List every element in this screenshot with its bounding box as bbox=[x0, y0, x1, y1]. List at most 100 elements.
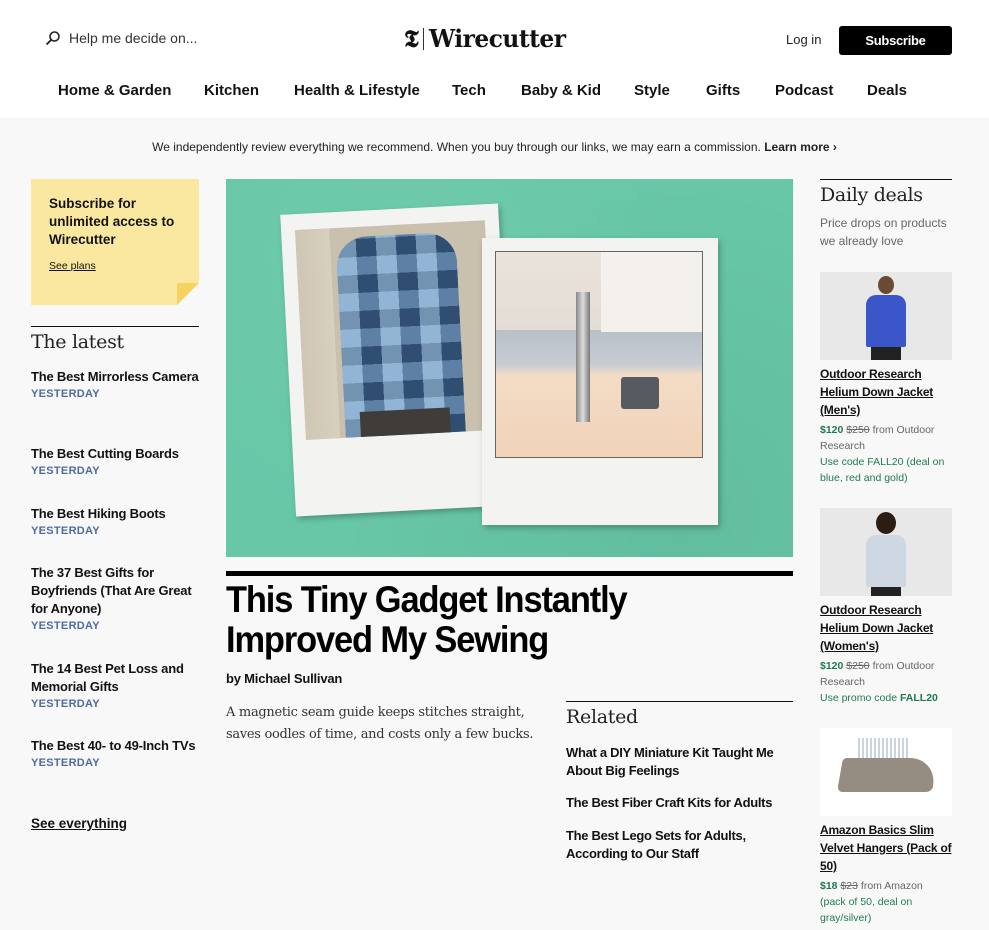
polaroid-photo-sewing-machine bbox=[482, 238, 718, 525]
deal-name-link[interactable]: Outdoor Research Helium Down Jacket (Men… bbox=[820, 365, 952, 419]
logo-wordmark: Wirecutter bbox=[428, 24, 566, 53]
deal-note: (pack of 50, deal on gray/silver) bbox=[820, 894, 952, 926]
latest-title: The latest bbox=[31, 331, 124, 353]
latest-item[interactable]: The Best 40- to 49-Inch TVs YESTERDAY bbox=[31, 737, 199, 769]
model-legs bbox=[871, 587, 901, 596]
deal-note-text: Use code FALL20 (deal on blue, red and g… bbox=[820, 456, 945, 484]
deal-card: Outdoor Research Helium Down Jacket (Men… bbox=[820, 272, 952, 486]
velvet-hangers bbox=[837, 758, 938, 792]
subscribe-button[interactable]: Subscribe bbox=[839, 26, 952, 55]
related-link[interactable]: What a DIY Miniature Kit Taught Me About… bbox=[566, 744, 793, 780]
site-header: Help me decide on... 𝕿 Wirecutter Log in… bbox=[0, 0, 989, 118]
latest-item-date: YESTERDAY bbox=[31, 525, 100, 537]
deal-name-link[interactable]: Outdoor Research Helium Down Jacket (Wom… bbox=[820, 601, 952, 655]
deal-price: $120 $250 from Outdoor Research bbox=[820, 422, 952, 454]
deal-price-now: $18 bbox=[820, 880, 838, 892]
logo-divider bbox=[422, 27, 424, 50]
deals-title: Daily deals bbox=[820, 184, 923, 206]
deal-price-was: $250 bbox=[846, 660, 870, 672]
latest-item-title[interactable]: The Best Cutting Boards bbox=[31, 445, 199, 463]
deal-price-was: $23 bbox=[840, 880, 858, 892]
latest-item-title[interactable]: The Best Hiking Boots bbox=[31, 505, 199, 523]
deal-note: Use promo code FALL20 bbox=[820, 690, 952, 706]
latest-item[interactable]: The 14 Best Pet Loss and Memorial Gifts … bbox=[31, 660, 199, 710]
deal-image-hangers[interactable] bbox=[820, 728, 952, 816]
deal-promo-code: FALL20 bbox=[899, 692, 938, 704]
deal-name-link[interactable]: Amazon Basics Slim Velvet Hangers (Pack … bbox=[820, 821, 952, 875]
article-summary: A magnetic seam guide keeps stitches str… bbox=[226, 705, 534, 742]
latest-item-date: YESTERDAY bbox=[31, 388, 100, 400]
nav-baby-kid[interactable]: Baby & Kid bbox=[521, 82, 601, 99]
model-figure bbox=[866, 276, 906, 360]
nav-health-lifestyle[interactable]: Health & Lifestyle bbox=[294, 82, 420, 99]
blue-jacket bbox=[866, 295, 906, 347]
latest-item-title[interactable]: The 14 Best Pet Loss and Memorial Gifts bbox=[31, 660, 199, 696]
latest-item-title[interactable]: The Best 40- to 49-Inch TVs bbox=[31, 737, 199, 755]
related-link[interactable]: The Best Fiber Craft Kits for Adults bbox=[566, 794, 793, 812]
search-placeholder[interactable]: Help me decide on... bbox=[69, 30, 197, 46]
nav-style[interactable]: Style bbox=[634, 82, 670, 99]
disclaimer-text: We independently review everything we re… bbox=[152, 140, 761, 154]
article-byline: by Michael Sullivan bbox=[226, 671, 343, 686]
promo-title: Subscribe for unlimited access to Wirecu… bbox=[49, 196, 175, 247]
deals-subtitle: Price drops on products we already love bbox=[820, 216, 947, 248]
nav-home-garden[interactable]: Home & Garden bbox=[58, 82, 171, 99]
wirecutter-logo[interactable]: 𝕿 Wirecutter bbox=[404, 24, 569, 53]
page-fold-decoration bbox=[177, 283, 199, 305]
related-section: Related What a DIY Miniature Kit Taught … bbox=[566, 701, 793, 861]
deal-retailer: from Amazon bbox=[860, 880, 923, 892]
deal-price: $18 $23 from Amazon bbox=[820, 878, 952, 894]
deal-card: Amazon Basics Slim Velvet Hangers (Pack … bbox=[820, 728, 952, 926]
polaroid-photo-jacket bbox=[280, 203, 514, 517]
patchwork-jacket-photo bbox=[295, 220, 496, 440]
latest-item[interactable]: The Best Cutting Boards YESTERDAY bbox=[31, 445, 199, 477]
model-head bbox=[876, 512, 896, 534]
nav-gifts[interactable]: Gifts bbox=[706, 82, 740, 99]
deal-price: $120 $250 from Outdoor Research bbox=[820, 658, 952, 690]
latest-item-title[interactable]: The 37 Best Gifts for Boyfriends (That A… bbox=[31, 564, 199, 618]
deal-price-was: $250 bbox=[846, 424, 870, 436]
latest-item-date: YESTERDAY bbox=[31, 465, 100, 477]
nav-deals[interactable]: Deals bbox=[867, 82, 907, 99]
latest-item[interactable]: The Best Hiking Boots YESTERDAY bbox=[31, 505, 199, 537]
headline-rule bbox=[226, 571, 793, 576]
article-headline[interactable]: This Tiny Gadget Instantly Improved My S… bbox=[226, 580, 747, 660]
light-jacket bbox=[866, 535, 906, 587]
related-title: Related bbox=[566, 706, 638, 728]
nav-kitchen[interactable]: Kitchen bbox=[204, 82, 259, 99]
latest-item[interactable]: The Best Mirrorless Camera YESTERDAY bbox=[31, 368, 199, 400]
learn-more-link[interactable]: Learn more › bbox=[764, 140, 837, 154]
magnetic-seam-guide bbox=[621, 377, 659, 409]
hero-image[interactable] bbox=[226, 179, 793, 557]
latest-item[interactable]: The 37 Best Gifts for Boyfriends (That A… bbox=[31, 564, 199, 632]
deal-price-now: $120 bbox=[820, 424, 844, 436]
deal-note-text: (pack of 50, deal on gray/silver) bbox=[820, 896, 913, 924]
model-legs bbox=[871, 347, 901, 360]
pants-shape bbox=[359, 407, 452, 440]
see-plans-link[interactable]: See plans bbox=[49, 260, 96, 272]
see-everything-link[interactable]: See everything bbox=[31, 816, 127, 831]
nav-podcast[interactable]: Podcast bbox=[775, 82, 833, 99]
nav-tech[interactable]: Tech bbox=[452, 82, 486, 99]
machine-arm bbox=[601, 252, 702, 332]
deal-price-now: $120 bbox=[820, 660, 844, 672]
latest-item-date: YESTERDAY bbox=[31, 620, 100, 632]
deal-note: Use code FALL20 (deal on blue, red and g… bbox=[820, 454, 952, 486]
search-icon bbox=[45, 31, 60, 46]
model-head bbox=[878, 276, 894, 294]
latest-item-date: YESTERDAY bbox=[31, 698, 100, 710]
latest-item-title[interactable]: The Best Mirrorless Camera bbox=[31, 368, 199, 386]
nyt-t-icon: 𝕿 bbox=[404, 23, 419, 53]
deal-image-mens-jacket[interactable] bbox=[820, 272, 952, 360]
deal-note-text: Use promo code bbox=[820, 692, 900, 704]
subscribe-promo-card: Subscribe for unlimited access to Wirecu… bbox=[31, 179, 199, 305]
hanger-hooks bbox=[858, 738, 908, 760]
login-link[interactable]: Log in bbox=[786, 32, 821, 47]
related-link[interactable]: The Best Lego Sets for Adults, According… bbox=[566, 827, 793, 863]
daily-deals-section: Daily deals Price drops on products we a… bbox=[820, 179, 952, 924]
affiliate-disclaimer: We independently review everything we re… bbox=[0, 140, 989, 154]
latest-section: The latest The Best Mirrorless Camera YE… bbox=[31, 326, 199, 769]
deal-image-womens-jacket[interactable] bbox=[820, 508, 952, 596]
search-box[interactable]: Help me decide on... bbox=[45, 30, 197, 46]
model-figure bbox=[866, 512, 906, 596]
